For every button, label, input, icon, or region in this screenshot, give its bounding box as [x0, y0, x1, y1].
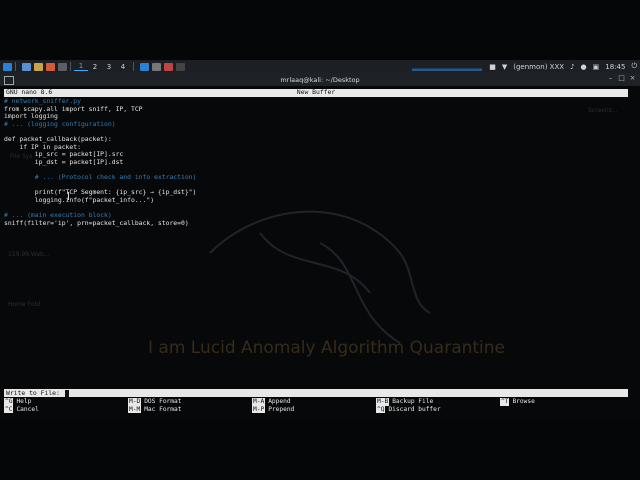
editor-text-area[interactable]: # network_sniffer.py from scapy.all impor…: [4, 97, 628, 227]
app-icon-vscode[interactable]: [140, 62, 149, 71]
shortcut-cancel[interactable]: ^C Cancel: [4, 405, 128, 413]
buffer-name: New Buffer: [296, 88, 336, 97]
shortcut-key: ^C: [4, 405, 14, 413]
camera-icon[interactable]: ■: [489, 63, 496, 71]
weather-plugin[interactable]: (genmon) XXX: [513, 63, 564, 71]
shortcut-key: M-A: [252, 398, 266, 406]
notification-icon[interactable]: ●: [581, 63, 587, 71]
window-title: mrlaaq@kali: ~/Desktop: [280, 75, 360, 84]
nano-shortcut-bar: ^G Help M-D DOS Format M-A Append M-B Backup Fi…: [4, 398, 628, 413]
desktop-screen: 1 2 3 4 ■ ▼ (genmon) XXX ♪ ● ▣ 18:45 ⏻ m…: [0, 0, 640, 480]
code-line: ip_dst = packet[IP].dst: [4, 157, 124, 166]
nano-header: GNU nano 8.6 New Buffer: [4, 89, 628, 97]
taskbar-separator: [133, 62, 134, 71]
shortcut-label: Discard buffer: [388, 405, 441, 413]
cpu-graph: [412, 62, 483, 71]
window-menu-icon[interactable]: [4, 76, 14, 85]
code-line: from scapy.all import sniff, IP, TCP: [4, 104, 143, 113]
shortcut-key: ^Q: [376, 405, 386, 413]
window-controls: – □ ×: [607, 75, 636, 82]
app-icon-tools[interactable]: [164, 62, 173, 71]
shortcut-prepend[interactable]: M-P Prepend: [252, 405, 376, 413]
clock[interactable]: 18:45: [605, 63, 625, 71]
terminal-icon[interactable]: [58, 62, 67, 71]
shortcut-backup-file[interactable]: M-B Backup File: [376, 398, 500, 406]
workspace-2[interactable]: 2: [88, 63, 102, 71]
terminal-window: mrlaaq@kali: ~/Desktop – □ × File Sys 11…: [0, 73, 640, 420]
nano-version: GNU nano 8.6: [6, 88, 53, 97]
text-cursor-icon: [68, 192, 72, 200]
shortcut-append[interactable]: M-A Append: [252, 398, 376, 406]
shortcut-label: Backup File: [392, 398, 434, 405]
taskbar-separator: [70, 62, 71, 71]
lock-icon[interactable]: ▣: [593, 63, 600, 71]
code-line: # ... (logging configuration): [4, 119, 116, 128]
desktop-icon[interactable]: [22, 62, 31, 71]
shortcut-browse[interactable]: ^T Browse: [500, 398, 624, 406]
prompt-label: Write to File:: [6, 389, 64, 397]
shortcut-label: Browse: [512, 398, 535, 405]
power-icon[interactable]: ⏻: [631, 62, 637, 71]
minimize-icon[interactable]: –: [607, 75, 614, 82]
shortcut-label: Help: [16, 398, 32, 405]
input-cursor: [64, 389, 69, 397]
network-icon[interactable]: ▼: [502, 63, 507, 71]
shortcut-help[interactable]: ^G Help: [4, 398, 128, 406]
browser-icon[interactable]: [46, 62, 55, 71]
shortcut-label: Mac Format: [144, 405, 182, 413]
close-icon[interactable]: ×: [629, 75, 636, 82]
taskbar: 1 2 3 4 ■ ▼ (genmon) XXX ♪ ● ▣ 18:45 ⏻: [0, 60, 640, 73]
terminal-content[interactable]: GNU nano 8.6 New Buffer # network_sniffe…: [4, 89, 628, 419]
code-line: # ... (Protocol check and info extractio…: [4, 172, 197, 181]
shortcut-key: ^T: [500, 398, 510, 406]
shortcut-mac-format[interactable]: M-M Mac Format: [128, 405, 252, 413]
code-line: def packet_callback(packet):: [4, 134, 112, 143]
workspace-1[interactable]: 1: [74, 62, 88, 71]
code-line: logging.info(f"packet_info..."): [4, 195, 155, 204]
code-line: sniff(filter='ip', prn=packet_callback, …: [4, 218, 189, 227]
volume-icon[interactable]: ♪: [570, 63, 574, 71]
shortcut-label: Cancel: [16, 405, 39, 413]
shortcut-label: Prepend: [268, 405, 295, 413]
app-icon-terminal[interactable]: [176, 62, 185, 71]
shortcut-key: M-P: [252, 405, 266, 413]
shortcut-row-1: ^G Help M-D DOS Format M-A Append M-B Backup Fi…: [4, 398, 628, 406]
shortcut-key: M-M: [128, 405, 142, 413]
write-file-prompt[interactable]: Write to File:: [4, 389, 628, 397]
shortcut-label: Append: [268, 398, 291, 405]
workspace-4[interactable]: 4: [116, 63, 130, 71]
shortcut-key: M-B: [376, 398, 390, 406]
kali-menu-icon[interactable]: [3, 62, 12, 71]
workspace-3[interactable]: 3: [102, 63, 116, 71]
folder-icon[interactable]: [34, 62, 43, 71]
shortcut-row-2: ^C Cancel M-M Mac Format M-P Prepend ^Q Discard…: [4, 405, 628, 413]
shortcut-dos-format[interactable]: M-D DOS Format: [128, 398, 252, 406]
shortcut-key: ^G: [4, 398, 14, 406]
shortcut-discard-buffer[interactable]: ^Q Discard buffer: [376, 405, 500, 413]
window-titlebar[interactable]: mrlaaq@kali: ~/Desktop – □ ×: [0, 73, 640, 86]
taskbar-separator: [15, 62, 16, 71]
maximize-icon[interactable]: □: [618, 75, 625, 82]
app-icon-settings[interactable]: [152, 62, 161, 71]
shortcut-key: M-D: [128, 398, 142, 406]
shortcut-label: DOS Format: [144, 398, 182, 405]
